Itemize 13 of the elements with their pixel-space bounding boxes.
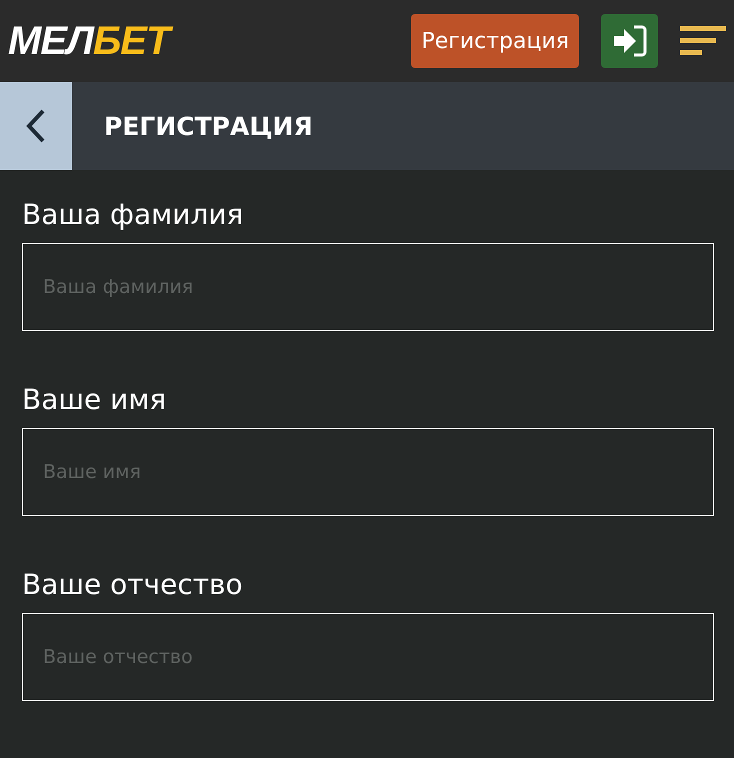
login-icon bbox=[612, 24, 648, 58]
back-button[interactable] bbox=[0, 82, 72, 170]
field-label: Ваше отчество bbox=[22, 568, 244, 601]
page-title: РЕГИСТРАЦИЯ bbox=[104, 112, 313, 140]
register-button[interactable]: Регистрация bbox=[411, 14, 579, 68]
login-button[interactable] bbox=[601, 14, 658, 68]
field-label: Ваше имя bbox=[22, 383, 168, 416]
input-field[interactable]: Ваша фамилия bbox=[22, 243, 714, 331]
menu-icon[interactable] bbox=[680, 26, 726, 56]
field-label: Ваша фамилия bbox=[22, 198, 244, 231]
back-icon bbox=[26, 109, 46, 143]
input-field[interactable]: Ваше имя bbox=[22, 428, 714, 516]
input-field[interactable]: Ваше отчество bbox=[22, 613, 714, 701]
